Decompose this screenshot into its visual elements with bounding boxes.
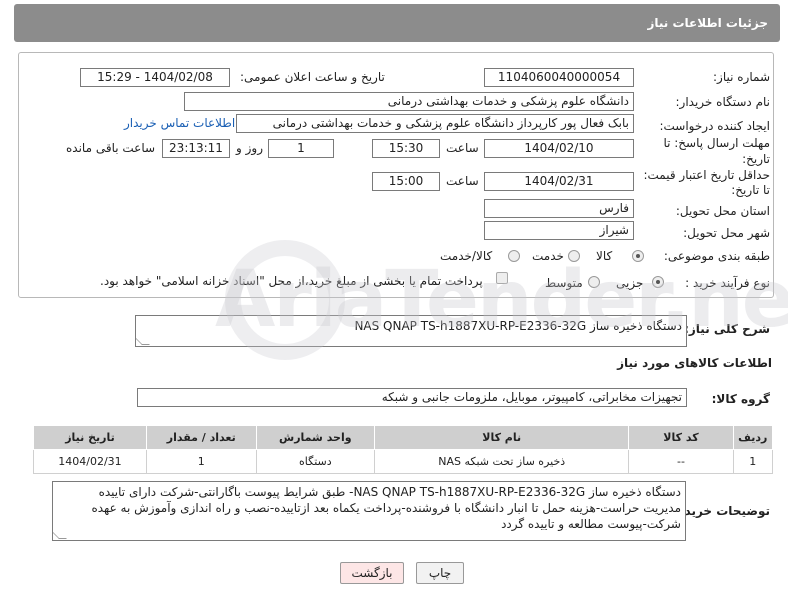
cell-unit: دستگاه [255, 449, 376, 474]
table-header-row: ردیف کد کالا نام کالا واحد شمارش تعداد /… [33, 425, 774, 450]
city-label: شهر محل تحویل: [683, 226, 770, 240]
cell-code: -- [628, 449, 734, 474]
reply-deadline-label-2: تاریخ: [742, 152, 770, 166]
treasury-payment-checkbox[interactable] [496, 272, 508, 284]
cell-row: 1 [732, 449, 774, 474]
goods-group-label: گروه کالا: [711, 392, 770, 406]
cell-name: ذخیره ساز تحت شبکه NAS [374, 449, 630, 474]
notes-field: دستگاه ذخیره ساز NAS QNAP TS-h1887XU-RP-… [52, 481, 686, 541]
reply-time-field: 15:30 [372, 139, 440, 158]
category-radio-service[interactable] [568, 250, 580, 262]
cell-date: 1404/02/31 [33, 449, 147, 474]
price-valid-label: حداقل تاریخ اعتبار قیمت: [643, 168, 770, 182]
buyer-org-field: دانشگاه علوم پزشکی و خدمات بهداشتی درمان… [184, 92, 634, 111]
days-label: روز و [236, 141, 263, 155]
category-option-both: کالا/خدمت [440, 249, 493, 263]
days-field: 1 [268, 139, 334, 158]
remaining-label: ساعت باقی مانده [66, 141, 156, 155]
summary-field: دستگاه ذخیره ساز NAS QNAP TS-h1887XU-RP-… [135, 315, 687, 347]
category-radio-both[interactable] [508, 250, 520, 262]
reply-time-label: ساعت [446, 141, 479, 155]
col-unit: واحد شمارش [255, 425, 376, 450]
process-radio-medium[interactable] [588, 276, 600, 288]
category-option-service: خدمت [532, 249, 564, 263]
col-date: تاریخ نیاز [33, 425, 147, 450]
category-radio-goods[interactable] [632, 250, 644, 262]
notes-text: دستگاه ذخیره ساز NAS QNAP TS-h1887XU-RP-… [91, 485, 681, 531]
price-valid-label-2: تا تاریخ: [731, 183, 770, 197]
goods-group-field: تجهیزات مخابراتی، کامپیوتر، موبایل، ملزو… [137, 388, 687, 407]
category-option-goods: کالا [596, 249, 613, 263]
price-valid-time-label: ساعت [446, 174, 479, 188]
process-label: نوع فرآیند خرید : [685, 276, 770, 290]
announce-label: تاریخ و ساعت اعلان عمومی: [240, 70, 385, 84]
goods-table: ردیف کد کالا نام کالا واحد شمارش تعداد /… [33, 425, 774, 474]
need-number-field: 1104060040000054 [484, 68, 634, 87]
print-button[interactable]: چاپ [416, 562, 464, 584]
need-number-label: شماره نیاز: [713, 70, 770, 84]
page-header: جزئیات اطلاعات نیاز [14, 4, 780, 42]
col-row: ردیف [732, 425, 774, 450]
process-option-minor: جزیی [616, 276, 644, 290]
summary-label: شرح کلی نیاز: [684, 322, 770, 336]
col-code: کد کالا [628, 425, 734, 450]
process-radio-minor[interactable] [652, 276, 664, 288]
resize-grip-icon[interactable] [136, 337, 150, 345]
category-label: طبقه بندی موضوعی: [663, 249, 770, 263]
treasury-payment-note: پرداخت تمام یا بخشی از مبلغ خرید،از محل … [100, 274, 483, 288]
summary-text: دستگاه ذخیره ساز NAS QNAP TS-h1887XU-RP-… [354, 319, 682, 333]
back-button[interactable]: بازگشت [340, 562, 404, 584]
cell-qty: 1 [145, 449, 257, 474]
remaining-time-field: 23:13:11 [162, 139, 230, 158]
buyer-org-label: نام دستگاه خریدار: [675, 95, 771, 109]
province-field: فارس [484, 199, 634, 218]
col-qty: تعداد / مقدار [145, 425, 257, 450]
process-option-medium: متوسط [545, 276, 583, 290]
city-field: شیراز [484, 221, 634, 240]
creator-label: ایجاد کننده درخواست: [659, 119, 770, 133]
col-name: نام کالا [374, 425, 630, 450]
table-row: 1 -- ذخیره ساز تحت شبکه NAS دستگاه 1 140… [33, 449, 774, 474]
goods-section-title: اطلاعات کالاهای مورد نیاز [617, 356, 772, 370]
price-valid-date-field: 1404/02/31 [484, 172, 634, 191]
reply-deadline-label: مهلت ارسال پاسخ: تا [663, 136, 770, 150]
resize-grip-icon[interactable] [53, 531, 67, 539]
price-valid-time-field: 15:00 [372, 172, 440, 191]
announce-field: 1404/02/08 - 15:29 [80, 68, 230, 87]
contact-info-link[interactable]: اطلاعات تماس خریدار [124, 116, 235, 130]
page-title: جزئیات اطلاعات نیاز [647, 16, 768, 30]
reply-date-field: 1404/02/10 [484, 139, 634, 158]
province-label: استان محل تحویل: [675, 204, 770, 218]
creator-field: بابک فعال پور کارپرداز دانشگاه علوم پزشک… [236, 114, 634, 133]
